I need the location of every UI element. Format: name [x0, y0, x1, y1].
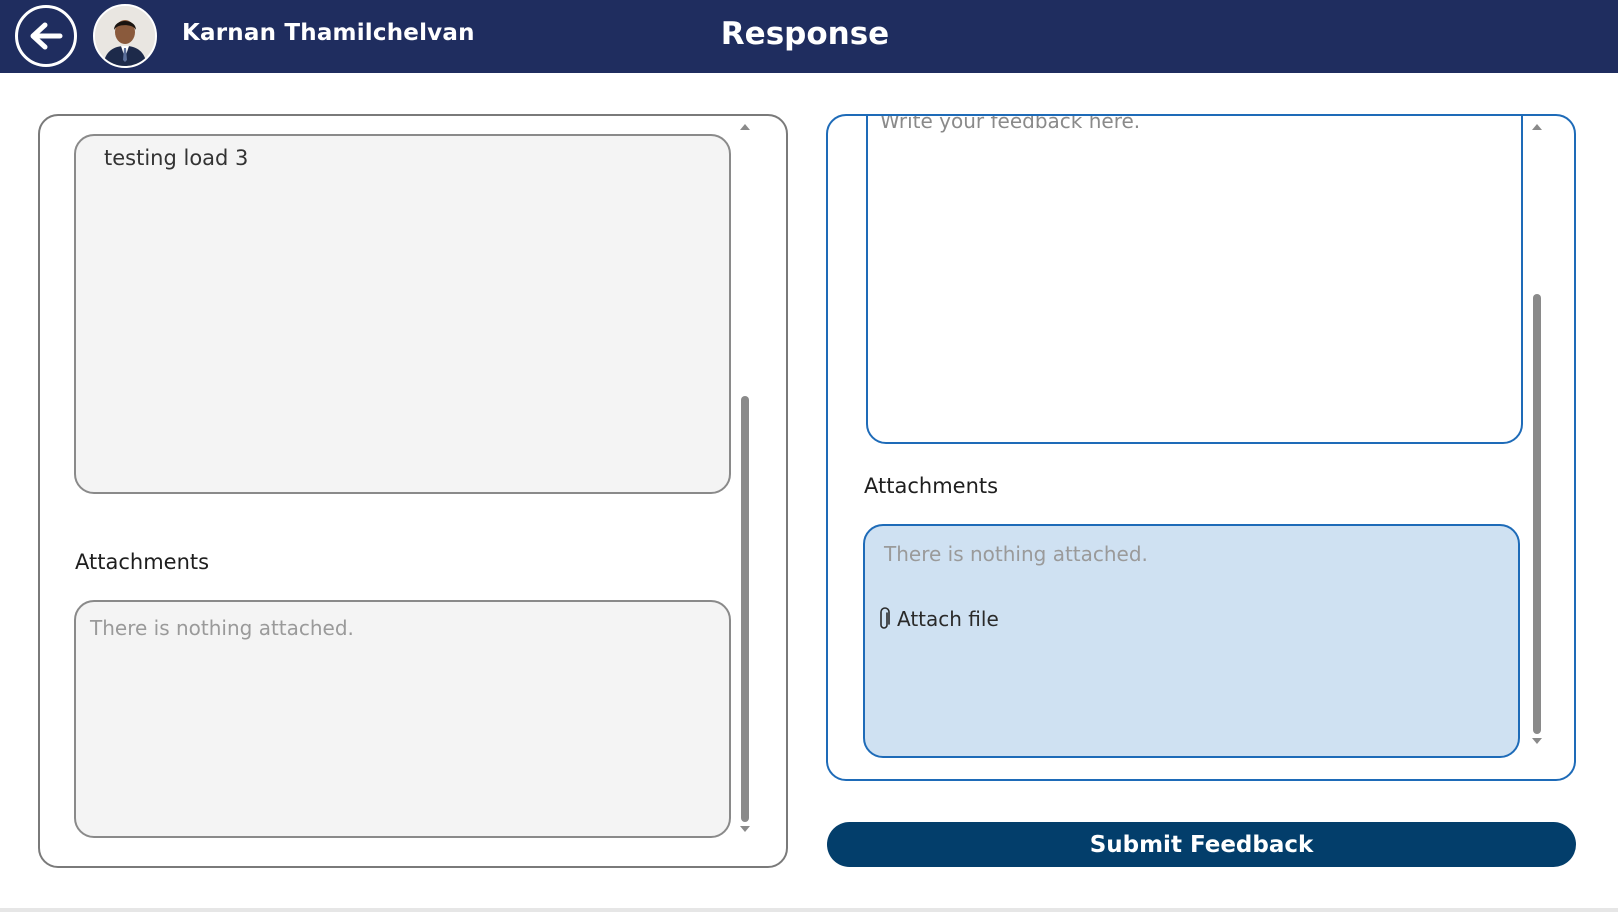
- feedback-attachments-label: Attachments: [864, 474, 999, 498]
- page-title: Response: [720, 16, 890, 52]
- paperclip-icon: [880, 607, 890, 629]
- response-attachments-label: Attachments: [75, 550, 210, 574]
- arrow-left-icon: [30, 22, 63, 50]
- response-scroll-thumb[interactable]: [741, 396, 749, 822]
- submit-feedback-button[interactable]: Submit Feedback: [827, 822, 1576, 867]
- feedback-input[interactable]: Write your feedback here.: [866, 114, 1523, 444]
- feedback-scrollbar[interactable]: [1530, 124, 1544, 752]
- feedback-attachments-empty-text: There is nothing attached.: [884, 542, 1148, 566]
- scroll-up-arrow-icon[interactable]: [1532, 124, 1542, 130]
- attach-file-label: Attach file: [897, 607, 999, 631]
- bottom-divider: [0, 908, 1618, 912]
- response-message-box: testing load 3: [74, 134, 731, 494]
- attach-file-button[interactable]: Attach file: [877, 607, 999, 631]
- scroll-up-arrow-icon[interactable]: [740, 124, 750, 130]
- feedback-placeholder-text: Write your feedback here.: [880, 114, 1141, 133]
- feedback-attachments-box: There is nothing attached. Attach file: [863, 524, 1520, 758]
- app-header: Karnan Thamilchelvan Response: [0, 0, 1618, 73]
- feedback-panel: Write your feedback here. Attachments Th…: [826, 114, 1576, 781]
- response-attachments-box: There is nothing attached.: [74, 600, 731, 838]
- response-panel: testing load 3 Attachments There is noth…: [38, 114, 788, 868]
- response-attachments-empty-text: There is nothing attached.: [90, 616, 354, 640]
- scroll-down-arrow-icon[interactable]: [1532, 738, 1542, 744]
- avatar: [93, 4, 157, 68]
- feedback-scroll-thumb[interactable]: [1533, 294, 1541, 734]
- scroll-down-arrow-icon[interactable]: [740, 826, 750, 832]
- response-message-text: testing load 3: [104, 146, 249, 170]
- back-button[interactable]: [15, 5, 77, 67]
- response-scrollbar[interactable]: [738, 124, 752, 840]
- user-name: Karnan Thamilchelvan: [182, 20, 475, 46]
